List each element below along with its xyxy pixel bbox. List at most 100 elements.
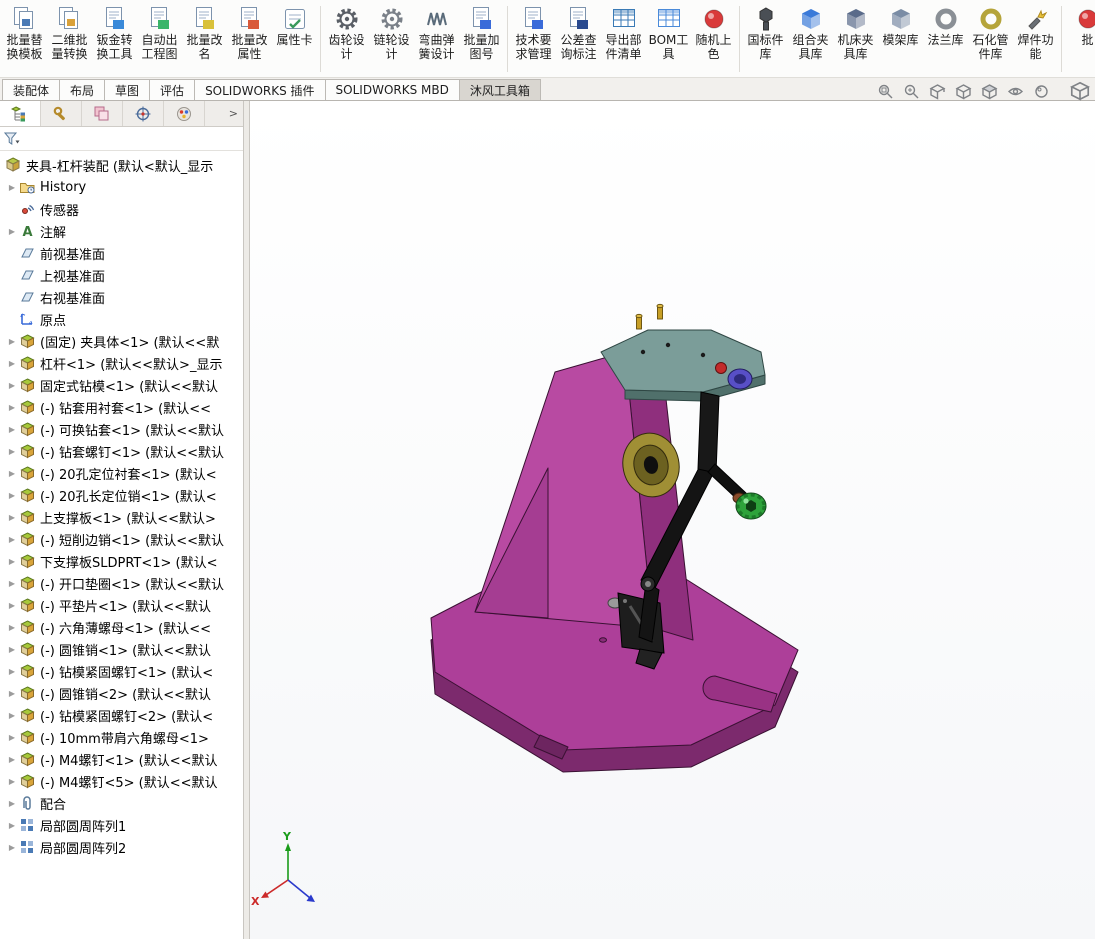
model-clamp-knob[interactable]	[698, 392, 766, 519]
tree-item[interactable]: ▶(-) 圆锥销<1> (默认<<默认	[0, 638, 243, 660]
expand-arrow-icon[interactable]: ▶	[5, 359, 19, 368]
tree-item[interactable]: ▶固定式钻模<1> (默认<<默认	[0, 374, 243, 396]
tree-item[interactable]: ▶(-) 短削边销<1> (默认<<默认	[0, 528, 243, 550]
tech-requirement-manager-button[interactable]: 技术要 求管理	[511, 1, 556, 77]
command-tab[interactable]: 布局	[59, 79, 105, 100]
tree-item[interactable]: ▶(-) 钻模紧固螺钉<1> (默认<	[0, 660, 243, 682]
flange-library-button[interactable]: 法兰库	[923, 1, 968, 77]
expand-arrow-icon[interactable]: ▶	[5, 403, 19, 412]
tree-item[interactable]: ▶(-) 可换钻套<1> (默认<<默认	[0, 418, 243, 440]
batch-rename-button[interactable]: 批量改 名	[182, 1, 227, 77]
panel-tab-featuremanager[interactable]	[0, 101, 41, 126]
panel-tab-displaymanager[interactable]	[164, 101, 205, 126]
tree-item[interactable]: ▶上支撑板<1> (默认<<默认>	[0, 506, 243, 528]
sheetmetal-convert-button[interactable]: 钣金转 换工具	[92, 1, 137, 77]
tree-item[interactable]: ▶A注解	[0, 220, 243, 242]
tree-item[interactable]: ▶(-) 圆锥销<2> (默认<<默认	[0, 682, 243, 704]
filter-funnel-icon[interactable]	[4, 132, 20, 146]
tree-item[interactable]: ▶(固定) 夹具体<1> (默认<<默	[0, 330, 243, 352]
tree-item[interactable]: ▶局部圆周阵列1	[0, 814, 243, 836]
gb-standard-library-button[interactable]: 国标件 库	[743, 1, 788, 77]
tree-item[interactable]: ▶(-) 钻套用衬套<1> (默认<<	[0, 396, 243, 418]
batch-partial-button[interactable]: 批	[1065, 1, 1095, 77]
batch-replace-template-button[interactable]: 批量替 换模板	[2, 1, 47, 77]
command-tab[interactable]: SOLIDWORKS MBD	[325, 79, 460, 100]
tree-item[interactable]: 原点	[0, 308, 243, 330]
random-color-button[interactable]: 随机上 色	[691, 1, 736, 77]
expand-arrow-icon[interactable]: ▶	[5, 667, 19, 676]
mold-base-library-button[interactable]: 模架库	[878, 1, 923, 77]
display-style-icon[interactable]	[981, 83, 998, 100]
panel-tab-dimxpertmanager[interactable]	[123, 101, 164, 126]
tree-item[interactable]: ▶(-) 10mm带肩六角螺母<1>	[0, 726, 243, 748]
panel-splitter[interactable]	[243, 101, 250, 939]
expand-arrow-icon[interactable]: ▶	[5, 601, 19, 610]
model-drill-template-plate[interactable]	[601, 304, 765, 401]
batch-edit-properties-button[interactable]: 批量改 属性	[227, 1, 272, 77]
expand-arrow-icon[interactable]: ▶	[5, 645, 19, 654]
tree-item[interactable]: ▶(-) 六角薄螺母<1> (默认<<	[0, 616, 243, 638]
expand-arrow-icon[interactable]: ▶	[5, 513, 19, 522]
command-tab[interactable]: 沐风工具箱	[459, 79, 541, 100]
modular-fixture-library-button[interactable]: 组合夹 具库	[788, 1, 833, 77]
expand-arrow-icon[interactable]: ▶	[5, 821, 19, 830]
auto-drawing-output-button[interactable]: 自动出 工程图	[137, 1, 182, 77]
zoom-fit-icon[interactable]	[877, 83, 894, 100]
expand-arrow-icon[interactable]: ▶	[5, 557, 19, 566]
panel-tab-propertymanager[interactable]	[41, 101, 82, 126]
batch-add-number-button[interactable]: 批量加 图号	[459, 1, 504, 77]
property-card-button[interactable]: 属性卡	[272, 1, 317, 77]
sprocket-design-button[interactable]: 链轮设 计	[369, 1, 414, 77]
command-tab[interactable]: 装配体	[2, 79, 60, 100]
tree-item[interactable]: ▶(-) 20孔长定位销<1> (默认<	[0, 484, 243, 506]
view-cube-icon[interactable]	[1070, 81, 1090, 101]
tree-item[interactable]: 传感器	[0, 198, 243, 220]
expand-arrow-icon[interactable]: ▶	[5, 689, 19, 698]
command-tab[interactable]: SOLIDWORKS 插件	[194, 79, 325, 100]
spring-design-button[interactable]: 弯曲弹 簧设计	[414, 1, 459, 77]
assembly-model[interactable]: Y X	[250, 101, 1095, 939]
expand-arrow-icon[interactable]: ▶	[5, 535, 19, 544]
tree-item[interactable]: ▶(-) 钻套螺钉<1> (默认<<默认	[0, 440, 243, 462]
panel-expand-chevron[interactable]: >	[205, 101, 243, 126]
weldment-function-button[interactable]: 焊件功 能	[1013, 1, 1058, 77]
hide-show-items-icon[interactable]	[1007, 83, 1024, 100]
tolerance-query-annotate-button[interactable]: 公差查 询标注	[556, 1, 601, 77]
expand-arrow-icon[interactable]: ▶	[5, 799, 19, 808]
view-orientation-icon[interactable]	[955, 83, 972, 100]
tree-item[interactable]: ▶(-) 20孔定位衬套<1> (默认<	[0, 462, 243, 484]
section-view-icon[interactable]	[929, 83, 946, 100]
tree-item[interactable]: ▶杠杆<1> (默认<<默认>_显示	[0, 352, 243, 374]
tree-item[interactable]: 右视基准面	[0, 286, 243, 308]
expand-arrow-icon[interactable]: ▶	[5, 733, 19, 742]
gear-design-button[interactable]: 齿轮设 计	[324, 1, 369, 77]
tree-item[interactable]: ▶(-) M4螺钉<5> (默认<<默认	[0, 770, 243, 792]
expand-arrow-icon[interactable]: ▶	[5, 755, 19, 764]
expand-arrow-icon[interactable]: ▶	[5, 843, 19, 852]
pipe-fitting-library-button[interactable]: 石化管 件库	[968, 1, 1013, 77]
machine-fixture-library-button[interactable]: 机床夹 具库	[833, 1, 878, 77]
expand-arrow-icon[interactable]: ▶	[5, 447, 19, 456]
expand-arrow-icon[interactable]: ▶	[5, 469, 19, 478]
tree-item[interactable]: 前视基准面	[0, 242, 243, 264]
expand-arrow-icon[interactable]: ▶	[5, 425, 19, 434]
bom-tool-button[interactable]: BOM工 具	[646, 1, 691, 77]
tree-root-item[interactable]: 夹具-杠杆装配 (默认<默认_显示	[0, 154, 243, 176]
edit-appearance-icon[interactable]	[1033, 83, 1050, 100]
tree-item[interactable]: ▶下支撑板SLDPRT<1> (默认<	[0, 550, 243, 572]
tree-filter-input[interactable]	[22, 130, 239, 148]
expand-arrow-icon[interactable]: ▶	[5, 227, 19, 236]
command-tab[interactable]: 评估	[149, 79, 195, 100]
tree-item[interactable]: ▶History	[0, 176, 243, 198]
tree-item[interactable]: ▶(-) 平垫片<1> (默认<<默认	[0, 594, 243, 616]
expand-arrow-icon[interactable]: ▶	[5, 711, 19, 720]
expand-arrow-icon[interactable]: ▶	[5, 381, 19, 390]
export-parts-list-button[interactable]: 导出部 件清单	[601, 1, 646, 77]
expand-arrow-icon[interactable]: ▶	[5, 777, 19, 786]
tree-item[interactable]: 上视基准面	[0, 264, 243, 286]
expand-arrow-icon[interactable]: ▶	[5, 491, 19, 500]
expand-arrow-icon[interactable]: ▶	[5, 183, 19, 192]
2d-batch-convert-button[interactable]: 二维批 量转换	[47, 1, 92, 77]
3d-viewport[interactable]: Y X	[250, 101, 1095, 939]
tree-item[interactable]: ▶(-) 钻模紧固螺钉<2> (默认<	[0, 704, 243, 726]
